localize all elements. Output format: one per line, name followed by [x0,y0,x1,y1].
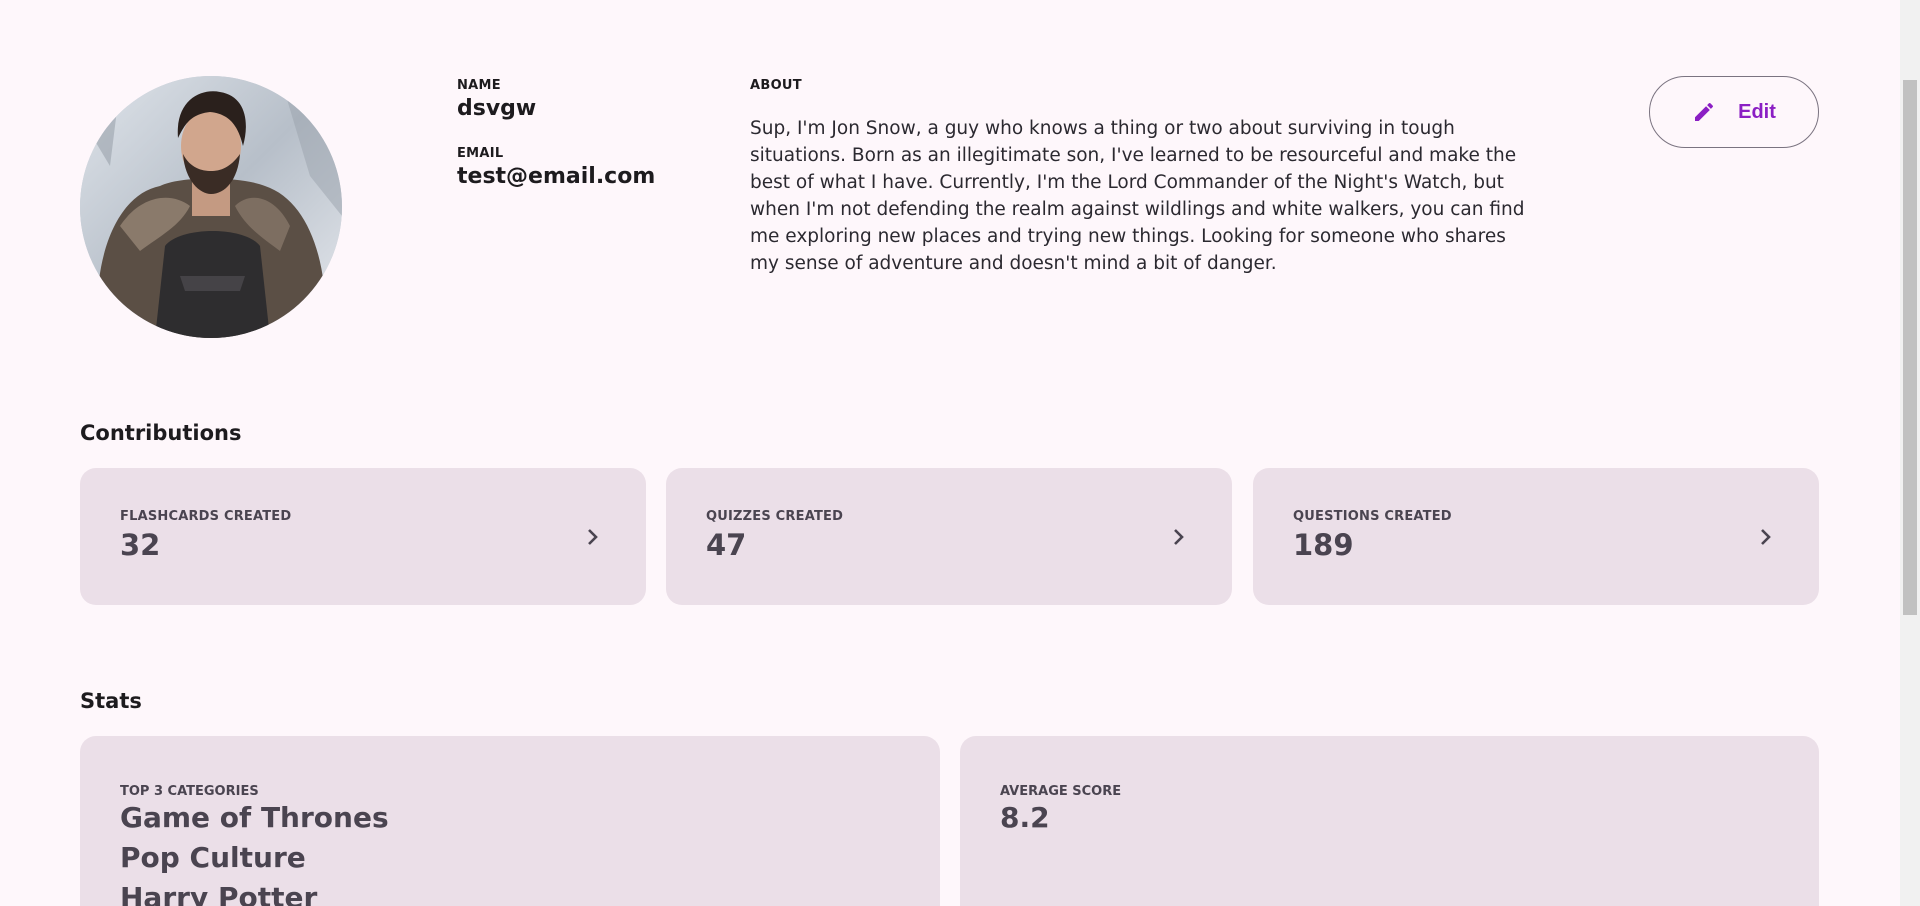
average-score-label: AVERAGE SCORE [1000,784,1122,799]
average-score-card: AVERAGE SCORE 8.2 [960,736,1819,906]
top-categories-label: TOP 3 CATEGORIES [120,784,259,799]
chevron-right-icon [1759,528,1773,550]
stats-title: Stats [80,689,142,713]
card-value: 189 [1293,528,1354,562]
average-score-value: 8.2 [1000,801,1050,834]
email-label: EMAIL [457,146,504,161]
quizzes-created-card[interactable]: QUIZZES CREATED 47 [666,468,1232,605]
card-label: QUIZZES CREATED [706,509,844,524]
card-value: 47 [706,528,747,562]
name-value: dsvgw [457,96,537,121]
name-label: NAME [457,78,501,93]
about-text: Sup, I'm Jon Snow, a guy who knows a thi… [750,118,1525,274]
card-label: FLASHCARDS CREATED [120,509,292,524]
contributions-title: Contributions [80,421,242,445]
category-item: Pop Culture [120,841,306,874]
card-label: QUESTIONS CREATED [1293,509,1452,524]
flashcards-created-card[interactable]: FLASHCARDS CREATED 32 [80,468,646,605]
card-value: 32 [120,528,161,562]
avatar-photo [80,76,342,338]
category-item: Harry Potter [120,881,318,906]
profile-page: NAME dsvgw EMAIL test@email.com ABOUT Su… [0,0,1920,906]
scrollbar-thumb[interactable] [1903,80,1917,615]
top-categories-card: TOP 3 CATEGORIES Game of Thrones Pop Cul… [80,736,940,906]
category-item: Game of Thrones [120,801,389,834]
pencil-icon [1692,100,1716,124]
edit-button-label: Edit [1738,100,1776,123]
profile-avatar [80,76,342,338]
edit-profile-button[interactable]: Edit [1649,76,1819,148]
chevron-right-icon [586,528,600,550]
questions-created-card[interactable]: QUESTIONS CREATED 189 [1253,468,1819,605]
page-scrollbar[interactable] [1900,0,1920,906]
about-label: ABOUT [750,78,802,93]
email-value: test@email.com [457,164,656,189]
chevron-right-icon [1172,528,1186,550]
